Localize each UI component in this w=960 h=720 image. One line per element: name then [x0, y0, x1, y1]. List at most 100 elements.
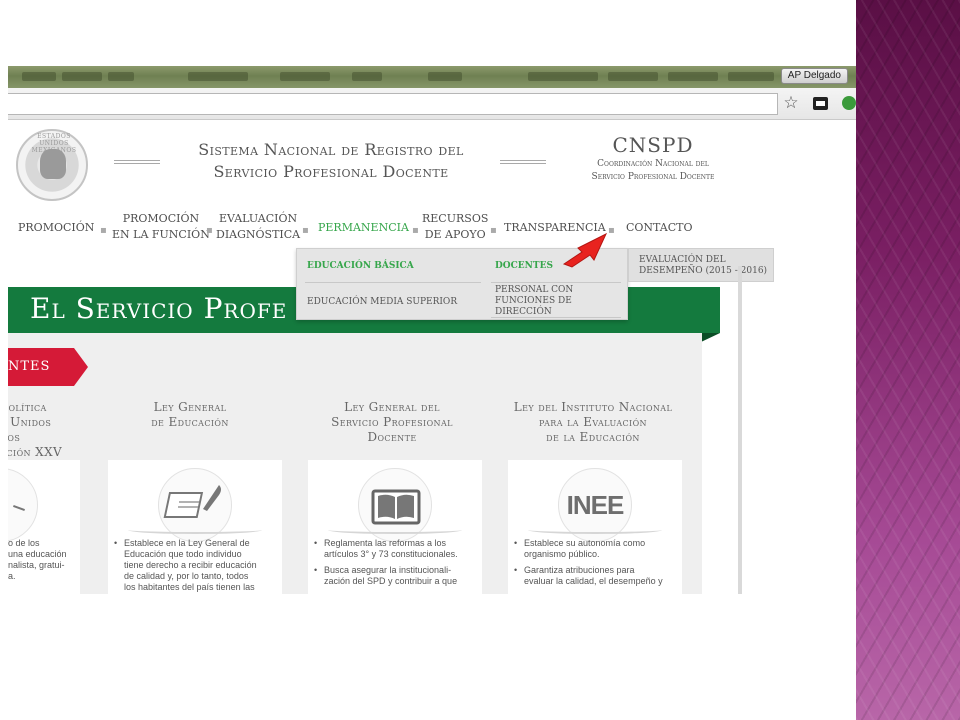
menu-tab[interactable]: [728, 72, 774, 81]
menu-tab[interactable]: [428, 72, 462, 81]
nav-separator: ▪: [100, 225, 107, 236]
bullet-line: Educación que todo individuo: [124, 549, 242, 559]
star-icon[interactable]: ☆: [782, 94, 800, 112]
bullet-line: Busca asegurar la institucionali-: [324, 565, 452, 575]
dropdown-line: PERSONAL CON: [495, 285, 574, 295]
menu-tab[interactable]: [280, 72, 330, 81]
bullet-item: Reglamenta las reformas a los artículos …: [314, 538, 480, 560]
bullet-line: Garantiza atribuciones para: [524, 565, 635, 575]
nav-label: PROMOCIÓN: [18, 221, 95, 234]
nav-item-promocion-funcion[interactable]: PROMOCIÓN EN LA FUNCIÓN: [112, 211, 210, 243]
bullet-line: Reglamenta las reformas a los: [324, 538, 447, 548]
bullet-item: Establece en la Ley General de Educación…: [114, 538, 280, 593]
browser-screenshot: AP Delgado ☆ ESTADOS UNIDOS MEXICANOS Si…: [8, 66, 856, 594]
cnspd-subtitle-2: Servicio Profesional Docente: [591, 172, 715, 182]
dropdown-item-evaluacion-desempeno[interactable]: EVALUACIÓN DEL DESEMPEÑO (2015 - 2016): [628, 248, 774, 282]
menu-tab[interactable]: [62, 72, 102, 81]
nav-separator: ▪: [412, 225, 419, 236]
eagle-icon: [40, 149, 66, 179]
bullet-line: los habitantes del país tienen las: [124, 582, 255, 592]
menu-tab[interactable]: [528, 72, 598, 81]
dropdown-line: DESEMPEÑO (2015 - 2016): [639, 266, 768, 276]
nav-label: PROMOCIÓN: [122, 212, 200, 225]
title-line: Ley General: [153, 400, 227, 414]
dropdown-line: EVALUACIÓN DEL: [639, 255, 726, 265]
nav-item-evaluacion-diagnostica[interactable]: EVALUACIÓN DIAGNÓSTICA: [216, 211, 300, 243]
menu-tab[interactable]: [668, 72, 718, 81]
red-arrow-icon: [562, 232, 608, 268]
title-line: para la Evaluación: [539, 415, 647, 429]
title-line: de la Educación: [546, 430, 640, 444]
green-extension-icon[interactable]: [842, 96, 856, 110]
nav-label: CONTACTO: [626, 221, 693, 234]
info-card[interactable]: INEE Establece su autonomía como organis…: [508, 460, 682, 594]
nav-item-recursos-apoyo[interactable]: RECURSOS DE APOYO: [422, 211, 488, 243]
nav-item-contacto[interactable]: CONTACTO: [626, 220, 693, 236]
dropdown-item-educacion-basica[interactable]: EDUCACIÓN BÁSICA: [307, 261, 414, 272]
title-line: Docente: [367, 430, 417, 444]
dropdown-item-docentes[interactable]: DOCENTES: [495, 261, 553, 272]
info-card[interactable]: o de los una educación nalista, gratui- …: [8, 460, 80, 594]
header-divider: [114, 160, 160, 164]
address-bar[interactable]: [8, 93, 778, 115]
card-text: Establece su autonomía como organismo pú…: [514, 538, 680, 592]
mexico-seal-logo: ESTADOS UNIDOS MEXICANOS: [16, 129, 88, 201]
column-title[interactable]: Ley del Instituto Nacional para la Evalu…: [492, 400, 694, 445]
nav-label: DIAGNÓSTICA: [216, 228, 301, 241]
hero-title: El Servicio Profe: [30, 292, 288, 325]
menu-tab[interactable]: [108, 72, 134, 81]
dropdown-item-media-superior[interactable]: EDUCACIÓN MEDIA SUPERIOR: [307, 297, 457, 308]
constitution-icon: [8, 468, 38, 542]
nav-label: PERMANENCIA: [318, 221, 409, 234]
dropdown-divider: [305, 282, 481, 283]
card-text: Reglamenta las reformas a los artículos …: [314, 538, 480, 592]
site-title-line1: Sistema Nacional de Registro del: [198, 140, 464, 159]
dropdown-divider: [491, 317, 621, 318]
nav-separator: ▪: [206, 225, 213, 236]
card-arc: [328, 526, 462, 534]
bullet-line: artículos 3° y 73 constitucionales.: [324, 549, 458, 559]
bullet-line: una educación: [8, 549, 67, 559]
user-badge[interactable]: AP Delgado: [780, 68, 848, 84]
bullet-line: o de los: [8, 538, 40, 548]
nav-label: DE APOYO: [424, 228, 486, 241]
bullet-line: evaluar la calidad, el desempeño y: [524, 576, 663, 586]
panel-edge: [738, 266, 742, 594]
title-line: Ley del Instituto Nacional: [513, 400, 673, 414]
cnspd-logo[interactable]: CNSPD Coordinación Nacional del Servicio…: [568, 133, 738, 183]
nav-item-promocion[interactable]: PROMOCIÓN: [18, 220, 94, 236]
bullet-item: Busca asegurar la institucionali- zación…: [314, 565, 480, 587]
hero-fold: [701, 333, 720, 342]
info-card[interactable]: Reglamenta las reformas a los artículos …: [308, 460, 482, 594]
info-card[interactable]: Establece en la Ley General de Educación…: [108, 460, 282, 594]
column-title[interactable]: Ley General de Educación: [112, 400, 268, 430]
dropdown-divider: [491, 282, 621, 283]
title-line: s Unidos: [8, 415, 52, 429]
bullet-line: de calidad y, por lo tanto, todos: [124, 571, 249, 581]
menu-tab[interactable]: [352, 72, 382, 81]
extension-icon[interactable]: [813, 97, 828, 110]
column-title[interactable]: Ley General del Servicio Profesional Doc…: [308, 400, 476, 445]
bullet-item: Establece su autonomía como organismo pú…: [514, 538, 680, 560]
browser-toolbar: AP Delgado: [8, 66, 856, 88]
site-title-line2: Servicio Profesional Docente: [213, 162, 449, 181]
dropdown-item-personal-direccion[interactable]: PERSONAL CON FUNCIONES DE DIRECCIÓN: [495, 285, 573, 319]
bullet-line: nalista, gratui-: [8, 560, 65, 570]
nav-label: EVALUACIÓN: [218, 212, 298, 225]
bullet-line: Establece su autonomía como: [524, 538, 646, 548]
title-line: cción XXV: [8, 445, 63, 459]
menu-tab[interactable]: [608, 72, 658, 81]
decorative-side-band: [856, 0, 960, 720]
site-title[interactable]: Sistema Nacional de Registro del Servici…: [166, 139, 496, 183]
column-title[interactable]: Política s Unidos nos cción XXV: [8, 400, 86, 460]
menu-tab[interactable]: [22, 72, 56, 81]
bullet-line: a.: [8, 571, 16, 581]
nav-item-permanencia[interactable]: PERMANENCIA: [318, 220, 409, 236]
address-row: ☆: [8, 88, 856, 120]
title-line: de Educación: [151, 415, 229, 429]
menu-tab[interactable]: [188, 72, 248, 81]
nav-separator: ▪: [302, 225, 309, 236]
cnspd-title: CNSPD: [612, 133, 694, 157]
cnspd-subtitle-1: Coordinación Nacional del: [597, 159, 709, 169]
nav-separator: ▪: [490, 225, 497, 236]
